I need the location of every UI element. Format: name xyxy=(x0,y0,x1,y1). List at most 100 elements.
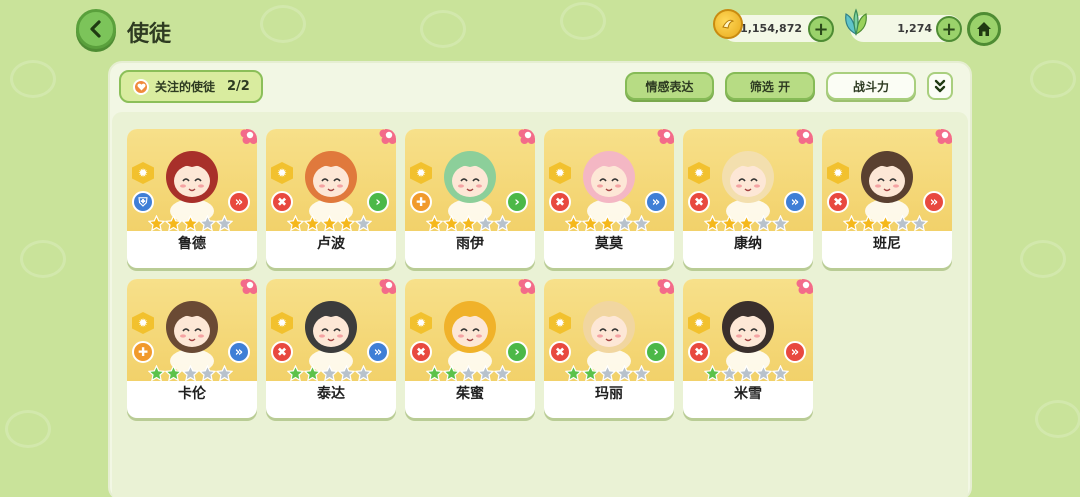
character-name: 卡伦 xyxy=(178,386,206,402)
filter-button[interactable]: 筛选 开 xyxy=(725,72,815,100)
character-card[interactable]: ✹ ✚ › 雨伊 xyxy=(405,129,535,268)
star-filled-icon xyxy=(599,215,616,232)
chevron-icon: › xyxy=(506,341,528,363)
favorites-label: 关注的使徒 xyxy=(155,80,216,94)
character-card[interactable]: ✹ ✖» 康纳 xyxy=(683,129,813,268)
star-rating xyxy=(148,215,233,232)
star-filled-icon xyxy=(287,365,304,382)
power-label: 战斗力 xyxy=(852,79,889,94)
double-chevron-icon: » xyxy=(228,191,250,213)
star-filled-icon xyxy=(460,215,477,232)
star-empty-icon xyxy=(355,365,372,382)
star-filled-icon xyxy=(843,215,860,232)
star-filled-icon xyxy=(165,365,182,382)
star-empty-icon xyxy=(477,215,494,232)
emote-button[interactable]: 情感表达 xyxy=(625,72,714,100)
shield-icon: ⛨ xyxy=(132,191,154,213)
home-button[interactable] xyxy=(967,12,1001,46)
character-card[interactable]: ✹ ✖ › 玛丽 xyxy=(544,279,674,418)
star-empty-icon xyxy=(460,365,477,382)
star-empty-icon xyxy=(633,215,650,232)
character-card[interactable]: ✹ ✖ › 茱蜜 xyxy=(405,279,535,418)
favorite-flower-icon[interactable] xyxy=(796,279,813,295)
crossed-swords-icon: ✖ xyxy=(410,341,432,363)
chibi-figure xyxy=(722,301,774,371)
star-empty-icon xyxy=(599,365,616,382)
star-filled-icon xyxy=(148,215,165,232)
star-empty-icon xyxy=(755,365,772,382)
star-rating xyxy=(704,215,789,232)
crossed-swords-icon: ✖ xyxy=(688,191,710,213)
star-filled-icon xyxy=(426,365,443,382)
page-title: 使徒 xyxy=(127,22,172,47)
star-empty-icon xyxy=(738,365,755,382)
favorite-flower-icon[interactable] xyxy=(379,129,396,145)
crossed-swords-icon: ✖ xyxy=(549,341,571,363)
favorite-flower-icon[interactable] xyxy=(657,279,674,295)
favorite-flower-icon[interactable] xyxy=(379,279,396,295)
chevron-icon: › xyxy=(645,341,667,363)
star-filled-icon xyxy=(443,215,460,232)
star-filled-icon xyxy=(738,215,755,232)
chevron-icon: › xyxy=(506,191,528,213)
gold-amount: 1,154,872 xyxy=(740,22,802,35)
add-leaf-button[interactable]: + xyxy=(936,16,962,42)
favorite-flower-icon[interactable] xyxy=(518,129,535,145)
heart-icon xyxy=(133,78,149,95)
favorites-count: 2/2 xyxy=(227,79,250,94)
star-empty-icon xyxy=(494,215,511,232)
double-chevron-icon: » xyxy=(645,191,667,213)
add-gold-button[interactable]: + xyxy=(808,16,834,42)
character-card[interactable]: ✹ ✖» 班尼 xyxy=(822,129,952,268)
chibi-figure xyxy=(444,301,496,371)
star-filled-icon xyxy=(338,215,355,232)
star-empty-icon xyxy=(477,365,494,382)
chevron-icon: › xyxy=(367,191,389,213)
favorite-flower-icon[interactable] xyxy=(240,279,257,295)
star-filled-icon xyxy=(565,365,582,382)
sort-order-button[interactable] xyxy=(927,72,953,100)
star-filled-icon xyxy=(304,365,321,382)
chibi-figure xyxy=(305,151,357,221)
star-empty-icon xyxy=(772,215,789,232)
star-empty-icon xyxy=(772,365,789,382)
character-card[interactable]: ✹ ✖» 米雪 xyxy=(683,279,813,418)
sort-power-button[interactable]: 战斗力 xyxy=(826,72,916,100)
character-name: 卢波 xyxy=(317,236,345,252)
character-card[interactable]: ✹ ✚» 卡伦 xyxy=(127,279,257,418)
star-filled-icon xyxy=(426,215,443,232)
favorite-flower-icon[interactable] xyxy=(657,129,674,145)
double-chevron-icon: » xyxy=(784,191,806,213)
favorite-flower-icon[interactable] xyxy=(935,129,952,145)
back-button[interactable] xyxy=(76,9,116,49)
crossed-swords-icon: ✖ xyxy=(688,341,710,363)
star-empty-icon xyxy=(321,365,338,382)
double-chevron-icon: » xyxy=(784,341,806,363)
emote-label: 情感表达 xyxy=(645,79,694,94)
star-empty-icon xyxy=(721,365,738,382)
character-name: 泰达 xyxy=(317,386,345,402)
favorite-flower-icon[interactable] xyxy=(240,129,257,145)
star-empty-icon xyxy=(182,365,199,382)
character-card[interactable]: ✹ ✖» 莫莫 xyxy=(544,129,674,268)
star-filled-icon xyxy=(321,215,338,232)
star-empty-icon xyxy=(911,215,928,232)
chibi-figure xyxy=(583,151,635,221)
favorites-filter[interactable]: 关注的使徒 2/2 xyxy=(119,70,263,103)
star-rating xyxy=(426,365,511,382)
chibi-figure xyxy=(166,301,218,371)
favorite-flower-icon[interactable] xyxy=(796,129,813,145)
character-name: 班尼 xyxy=(873,236,901,252)
star-filled-icon xyxy=(443,365,460,382)
star-filled-icon xyxy=(877,215,894,232)
character-card[interactable]: ✹ ✖» 泰达 xyxy=(266,279,396,418)
star-empty-icon xyxy=(494,365,511,382)
star-empty-icon xyxy=(616,365,633,382)
chibi-figure xyxy=(583,301,635,371)
character-card[interactable]: ✹ ✖ › 卢波 xyxy=(266,129,396,268)
gold-coin-icon xyxy=(713,9,743,39)
star-filled-icon xyxy=(582,215,599,232)
favorite-flower-icon[interactable] xyxy=(518,279,535,295)
crossed-swords-icon: ✖ xyxy=(271,191,293,213)
character-card[interactable]: ✹ ⛨» 鲁德 xyxy=(127,129,257,268)
